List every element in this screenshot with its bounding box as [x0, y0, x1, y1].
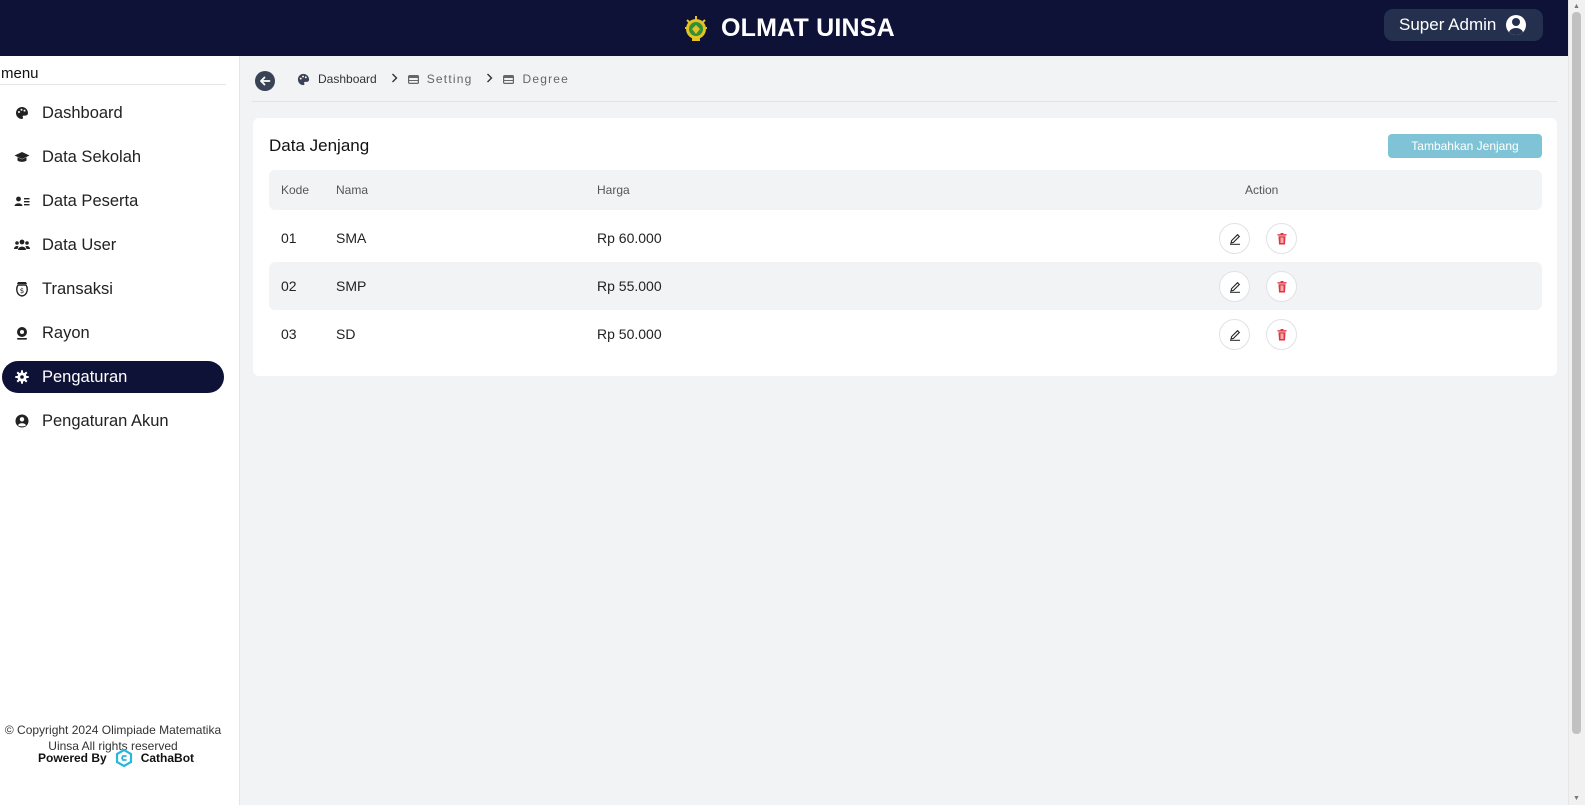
cell-kode: 03: [281, 326, 297, 342]
cell-kode: 01: [281, 230, 297, 246]
uinsa-logo-icon: [685, 16, 707, 41]
pencil-icon: [1229, 233, 1240, 245]
divider: [252, 101, 1557, 102]
cell-nama: SMA: [336, 230, 367, 246]
breadcrumb: Dashboard Setting Degree: [297, 72, 569, 86]
palette-icon: [297, 73, 310, 85]
scroll-up-arrow-icon[interactable]: ▲: [1572, 2, 1581, 10]
sidebar-item-transaksi[interactable]: $ Transaksi: [2, 273, 224, 305]
breadcrumb-setting[interactable]: Setting: [407, 72, 473, 86]
sidebar-item-label: Data Sekolah: [42, 147, 142, 166]
cell-nama: SMP: [336, 278, 367, 294]
chevron-right-icon: [391, 72, 398, 86]
jenjang-card: Data Jenjang Tambahkan Jenjang Kode Nama…: [253, 118, 1557, 376]
cell-harga: Rp 50.000: [597, 326, 662, 342]
user-name: Super Admin: [1399, 15, 1497, 34]
sidebar-item-label: Data User: [42, 235, 117, 254]
powered-by[interactable]: Powered By CathaBot: [38, 749, 194, 767]
top-navbar: OLMAT UINSA Super Admin: [0, 0, 1568, 56]
delete-button[interactable]: [1266, 319, 1297, 350]
sidebar-item-pengaturan[interactable]: Pengaturan: [2, 361, 224, 393]
cell-nama: SD: [336, 326, 356, 342]
sidebar-item-data-user[interactable]: Data User: [2, 229, 224, 261]
column-header-harga: Harga: [597, 183, 630, 197]
sidebar-item-data-sekolah[interactable]: Data Sekolah: [2, 141, 224, 173]
pencil-icon: [1229, 329, 1240, 341]
address-card-icon: [14, 193, 30, 209]
brand[interactable]: OLMAT UINSA: [683, 10, 895, 46]
edit-button[interactable]: [1219, 223, 1250, 254]
app-title: OLMAT UINSA: [721, 13, 895, 42]
palette-icon: [14, 105, 30, 121]
powered-by-label: Powered By: [38, 751, 107, 765]
money-bill-icon: $: [14, 281, 30, 297]
sidebar-item-dashboard[interactable]: Dashboard: [2, 97, 224, 129]
table-header: Kode Nama Harga Action: [269, 170, 1542, 210]
svg-text:$: $: [20, 287, 24, 295]
table-icon: [503, 74, 515, 84]
breadcrumb-degree: Degree: [503, 72, 569, 86]
breadcrumb-label: Setting: [426, 72, 473, 86]
delete-button[interactable]: [1266, 271, 1297, 302]
column-header-nama: Nama: [336, 183, 369, 197]
table-icon: [407, 74, 419, 84]
user-menu-button[interactable]: Super Admin: [1384, 9, 1543, 41]
divider: [0, 84, 226, 85]
table-row: 03 SD Rp 50.000: [269, 310, 1542, 358]
cathabot-brand: CathaBot: [140, 751, 195, 765]
breadcrumb-label: Degree: [522, 72, 570, 86]
column-header-kode: Kode: [281, 183, 310, 197]
users-icon: [14, 237, 30, 253]
cell-kode: 02: [281, 278, 297, 294]
sidebar-item-label: Data Peserta: [42, 191, 139, 210]
cell-harga: Rp 55.000: [597, 278, 662, 294]
location-pin-icon: [14, 325, 30, 341]
sidebar-item-label: Transaksi: [42, 279, 113, 298]
trash-icon: [1277, 280, 1286, 292]
sidebar-item-pengaturan-akun[interactable]: Pengaturan Akun: [2, 405, 224, 437]
back-button[interactable]: [255, 71, 275, 91]
table-row: 01 SMA Rp 60.000: [269, 214, 1542, 262]
breadcrumb-dashboard[interactable]: Dashboard: [297, 72, 377, 86]
column-header-action: Action: [1245, 183, 1279, 197]
arrow-left-icon: [260, 76, 271, 86]
sidebar: menu Dashboard Data Sekolah Data Peserta…: [0, 56, 240, 805]
sidebar-item-label: Pengaturan: [42, 367, 128, 386]
chevron-right-icon: [486, 72, 493, 86]
graduation-cap-icon: [14, 149, 30, 165]
table-row: 02 SMP Rp 55.000: [269, 262, 1542, 310]
trash-icon: [1277, 232, 1286, 244]
delete-button[interactable]: [1266, 223, 1297, 254]
sidebar-item-label: Dashboard: [42, 103, 123, 122]
card-title: Data Jenjang: [269, 136, 370, 155]
sidebar-item-data-peserta[interactable]: Data Peserta: [2, 185, 224, 217]
trash-icon: [1277, 328, 1286, 340]
scrollbar-thumb[interactable]: [1572, 12, 1581, 734]
edit-button[interactable]: [1219, 319, 1250, 350]
edit-button[interactable]: [1219, 271, 1250, 302]
scroll-down-arrow-icon[interactable]: ▼: [1572, 794, 1581, 802]
sidebar-item-label: Pengaturan Akun: [42, 411, 169, 430]
add-jenjang-button[interactable]: Tambahkan Jenjang: [1388, 134, 1542, 158]
sidebar-item-label: Rayon: [42, 323, 90, 342]
gear-icon: [14, 369, 30, 385]
pencil-icon: [1229, 281, 1240, 293]
user-circle-icon: [1506, 15, 1527, 35]
user-circle-icon: [14, 413, 30, 429]
cell-harga: Rp 60.000: [597, 230, 662, 246]
menu-label: menu: [1, 65, 39, 82]
cathabot-logo-icon: [115, 749, 132, 767]
breadcrumb-label: Dashboard: [318, 72, 377, 86]
sidebar-item-rayon[interactable]: Rayon: [2, 317, 224, 349]
